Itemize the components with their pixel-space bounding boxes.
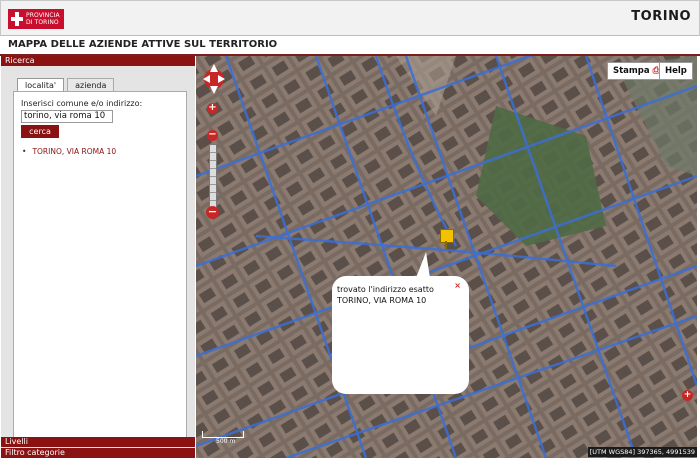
popup-tail [416,252,430,278]
city-name: TORINO [631,9,691,24]
sidebar-panel: Ricerca localita' azienda Inserisci comu… [1,56,195,458]
search-label: Inserisci comune e/o indirizzo: [21,99,143,108]
logo-line1: PROVINCIA [26,12,60,19]
tab-panel-localita: Inserisci comune e/o indirizzo: torino, … [13,91,187,447]
provincia-logo[interactable]: PROVINCIA DI TORINO [8,9,64,29]
logo-cross-icon [10,11,24,27]
zoom-slider-handle[interactable]: − [206,206,219,219]
search-input[interactable]: torino, via roma 10 [21,110,113,123]
popup-close-icon[interactable]: × [454,281,461,290]
tab-azienda[interactable]: azienda [67,78,115,92]
logo-text: PROVINCIA DI TORINO [26,12,60,26]
pan-arrows-icon[interactable] [201,60,227,98]
popup-address: TORINO, VIA ROMA 10 [337,296,427,305]
section-livelli[interactable]: Livelli [1,437,195,447]
satellite-imagery [196,56,697,458]
section-filtro-categorie[interactable]: Filtro categorie [1,448,195,458]
search-tabs: localita' azienda [17,78,117,93]
scale-label: 500 m [216,438,236,445]
scale-bar [202,431,244,438]
top-header: PROVINCIA DI TORINO TORINO [0,0,700,36]
result-item[interactable]: TORINO, VIA ROMA 10 [22,147,116,156]
marker-stem [445,241,447,250]
search-button[interactable]: cerca [21,125,59,138]
address-popup: × trovato l'indirizzo esatto TORINO, VIA… [332,276,469,394]
overview-toggle-button[interactable]: + [682,390,693,401]
coordinate-readout: [UTM WGS84] 397365, 4991539 [587,447,697,457]
popup-message: trovato l'indirizzo esatto [337,285,434,294]
location-marker-icon[interactable] [440,229,454,243]
map-view[interactable]: + − − Stampa ⎙ Help × trovato l'indirizz… [196,56,697,458]
zoom-out-button[interactable]: − [207,130,218,141]
print-button[interactable]: Stampa ⎙ [607,62,666,80]
section-ricerca[interactable]: Ricerca [1,56,195,66]
help-button[interactable]: Help [659,62,693,80]
page-title: MAPPA DELLE AZIENDE ATTIVE SUL TERRITORI… [8,39,278,50]
zoom-in-button[interactable]: + [207,103,218,114]
zoom-slider-track[interactable] [209,144,217,209]
logo-line2: DI TORINO [26,19,59,26]
print-label: Stampa [613,66,650,76]
